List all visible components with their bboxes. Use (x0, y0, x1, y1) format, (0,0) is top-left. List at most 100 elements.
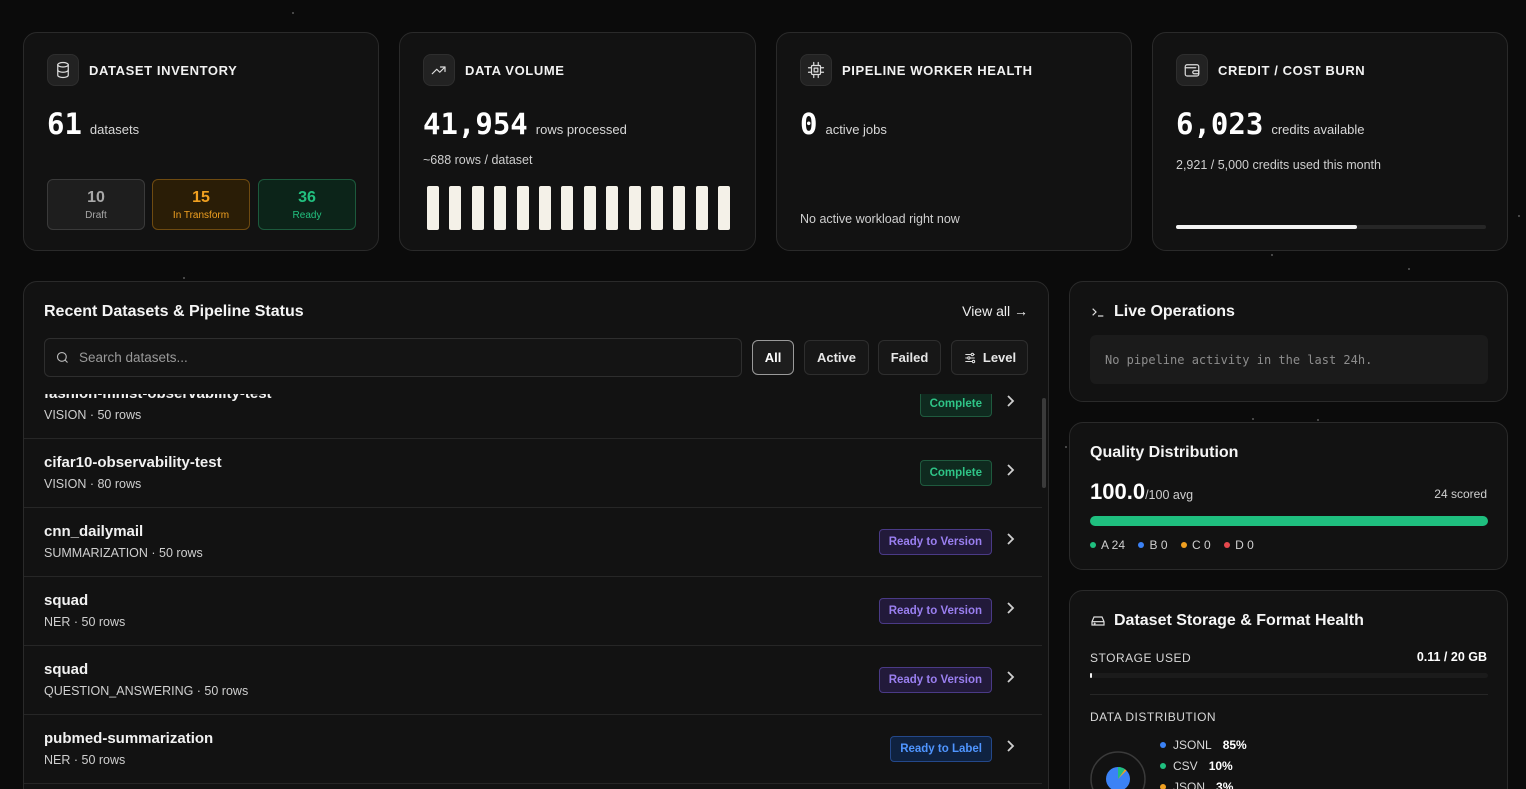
quality-distribution-panel: Quality Distribution 100.0 /100 avg 24 s… (1069, 422, 1508, 570)
draft-count: 10 (87, 188, 105, 206)
dataset-name: cnn_dailymail (44, 523, 144, 540)
terminal-icon (1092, 308, 1104, 317)
status-badge: Ready to Version (878, 529, 992, 555)
chevron-right-icon[interactable] (1005, 601, 1015, 621)
quality-bar (1090, 516, 1488, 526)
database-icon (47, 54, 79, 86)
table-row[interactable]: squad QUESTION_ANSWERING · 50 rows Ready… (24, 646, 1042, 715)
legend-dot (1090, 542, 1096, 548)
table-row[interactable]: cifar10-observability-test VISION · 80 r… (24, 439, 1042, 508)
in-transform-count: 15 (192, 188, 210, 206)
status-badge: Complete (919, 460, 992, 486)
table-row[interactable]: squad NER · 50 rows Ready to Version (24, 577, 1042, 646)
kpi-title: DATASET INVENTORY (89, 62, 238, 78)
dataset-name: cifar10-observability-test (44, 454, 222, 471)
volume-bar (471, 186, 484, 230)
background-dot (1518, 215, 1520, 217)
quality-score: 100.0 (1090, 479, 1146, 504)
kpi-header: PIPELINE WORKER HEALTH (800, 54, 1033, 86)
view-all-link[interactable]: View all → (962, 303, 1028, 319)
quality-score-group: 100.0 /100 avg (1090, 479, 1193, 505)
table-row[interactable]: pubmed-summarization NER · 50 rows Ready… (24, 715, 1042, 784)
scored-count: 24 scored (1434, 487, 1487, 501)
divider (1090, 694, 1488, 695)
table-row[interactable]: fashion-mnist-observability-test VISION … (24, 394, 1042, 439)
live-operations-log: No pipeline activity in the last 24h. (1090, 335, 1488, 384)
rows-per-dataset: ~688 rows / dataset (423, 153, 533, 167)
storage-format-panel: Dataset Storage & Format Health STORAGE … (1069, 590, 1508, 789)
chevron-right-icon[interactable] (1005, 739, 1015, 759)
chevron-right-icon[interactable] (1005, 394, 1015, 414)
data-volume-card: DATA VOLUME 41,954 rows processed ~688 r… (399, 32, 756, 251)
filter-all-button[interactable]: All (752, 340, 794, 375)
background-dot (1271, 254, 1273, 256)
legend-label: C 0 (1191, 538, 1211, 552)
legend-dot (1160, 742, 1166, 748)
dataset-meta: NER · 50 rows (44, 753, 126, 767)
volume-bar (606, 186, 619, 230)
data-distribution-label: DATA DISTRIBUTION (1090, 710, 1217, 724)
trending-up-icon (423, 54, 455, 86)
dataset-name: squad (44, 592, 89, 609)
storage-title: Dataset Storage & Format Health (1114, 612, 1364, 629)
kpi-value-group: 6,023 credits available (1176, 107, 1365, 141)
dataset-meta: VISION · 80 rows (44, 477, 142, 491)
chevron-right-icon[interactable] (1005, 532, 1015, 552)
live-operations-header: Live Operations (1090, 303, 1235, 321)
volume-bar-strip (427, 186, 731, 230)
volume-bar (538, 186, 551, 230)
dataset-name: pubmed-summarization (44, 730, 214, 747)
legend-grade-c: C 0 (1180, 538, 1211, 552)
legend-grade-b: B 0 (1138, 538, 1168, 552)
volume-bar (494, 186, 507, 230)
hard-drive-icon (1091, 616, 1105, 626)
format-item-json: JSON 3% (1160, 780, 1247, 789)
format-percent: 3% (1216, 780, 1234, 789)
draft-pill[interactable]: 10 Draft (47, 179, 145, 230)
status-badge: Ready to Label (890, 736, 992, 762)
kpi-title: DATA VOLUME (465, 62, 565, 78)
rows-processed-count: 41,954 (423, 107, 528, 141)
legend-dot (1138, 542, 1145, 548)
table-row[interactable]: cnn_dailymail SUMMARIZATION · 50 rows Re… (24, 508, 1042, 577)
dataset-name: fashion-mnist-observability-test (44, 394, 272, 402)
pipeline-worker-health-card: PIPELINE WORKER HEALTH 0 active jobs No … (776, 32, 1132, 251)
format-donut-chart (1090, 751, 1146, 789)
legend-label: D 0 (1235, 538, 1254, 552)
in-transform-pill[interactable]: 15 In Transform (152, 179, 250, 230)
credits-progress-fill (1176, 225, 1358, 229)
cpu-icon (800, 54, 832, 86)
storage-used-label: STORAGE USED (1090, 651, 1192, 665)
legend-dot (1224, 542, 1231, 548)
active-jobs-count: 0 (800, 107, 818, 141)
background-dot (1065, 446, 1067, 448)
storage-header: Dataset Storage & Format Health (1090, 612, 1364, 630)
quality-score-unit: /100 avg (1145, 488, 1194, 502)
volume-bar (583, 186, 596, 230)
format-percent: 10% (1208, 759, 1233, 773)
quality-distribution-title: Quality Distribution (1090, 444, 1239, 461)
search-input[interactable] (79, 350, 679, 365)
list-scrollbar[interactable] (1042, 398, 1046, 488)
format-item-jsonl: JSONL 85% (1160, 738, 1247, 752)
dataset-count: 61 (47, 107, 82, 141)
recent-datasets-title: Recent Datasets & Pipeline Status (44, 303, 304, 320)
filter-failed-button[interactable]: Failed (878, 340, 941, 375)
volume-bar (695, 186, 708, 230)
kpi-header: DATASET INVENTORY (47, 54, 237, 86)
dataset-meta: NER · 50 rows (44, 615, 126, 629)
chevron-right-icon[interactable] (1005, 670, 1015, 690)
search-icon (56, 351, 68, 363)
wallet-icon (1176, 54, 1208, 86)
background-dot (1317, 419, 1319, 421)
format-name: JSONL (1173, 738, 1212, 752)
background-dot (183, 277, 185, 279)
filter-level-button[interactable]: Level (951, 340, 1028, 375)
format-percent: 85% (1222, 738, 1247, 752)
chevron-right-icon[interactable] (1005, 463, 1015, 483)
filter-active-button[interactable]: Active (804, 340, 869, 375)
kpi-header: DATA VOLUME (423, 54, 565, 86)
ready-pill[interactable]: 36 Ready (258, 179, 356, 230)
volume-bar (516, 186, 529, 230)
active-jobs-unit: active jobs (825, 122, 887, 137)
